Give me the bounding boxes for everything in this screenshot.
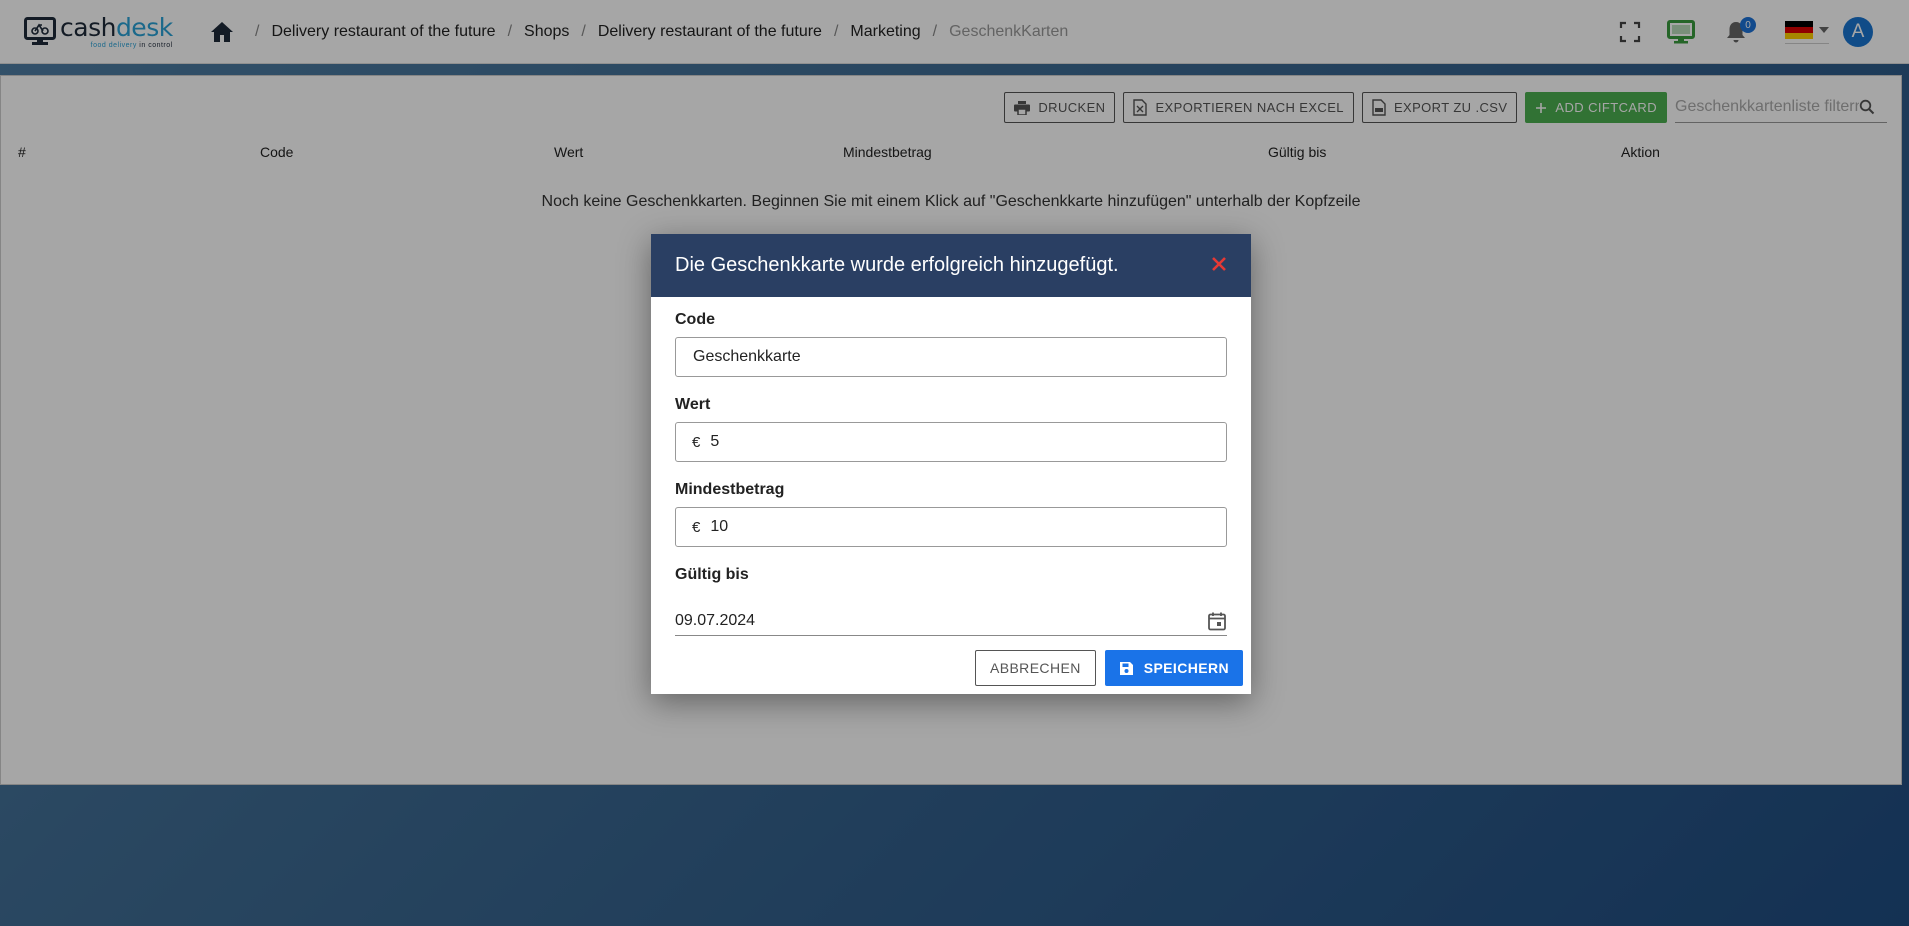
calendar-icon[interactable] [1207,611,1227,631]
mindestbetrag-label: Mindestbetrag [675,481,785,498]
code-label: Code [675,311,715,328]
cancel-button[interactable]: ABBRECHEN [974,650,1096,686]
euro-prefix: € [692,518,701,536]
wert-label: Wert [675,396,711,413]
floppy-disk-icon [1119,661,1133,675]
gueltig-bis-value: 09.07.2024 [675,611,756,629]
gueltig-bis-label: Gültig bis [675,566,749,583]
wert-value: 5 [710,433,720,450]
mindestbetrag-input[interactable]: € 10 [675,507,1227,547]
code-input[interactable]: Geschenkkarte [675,337,1227,377]
gueltig-bis-date-input[interactable]: 09.07.2024 [675,606,1227,636]
save-button[interactable]: SPEICHERN [1104,650,1243,686]
close-icon[interactable] [1207,252,1231,276]
dialog-title: Die Geschenkkarte wurde erfolgreich hinz… [675,254,1119,276]
mindestbetrag-value: 10 [710,518,729,535]
dialog-header: Die Geschenkkarte wurde erfolgreich hinz… [651,234,1251,297]
wert-input[interactable]: € 5 [675,422,1227,462]
save-button-label: SPEICHERN [1143,660,1229,676]
euro-prefix: € [692,433,701,451]
giftcard-dialog: Die Geschenkkarte wurde erfolgreich hinz… [651,234,1251,694]
code-value: Geschenkkarte [693,348,801,365]
